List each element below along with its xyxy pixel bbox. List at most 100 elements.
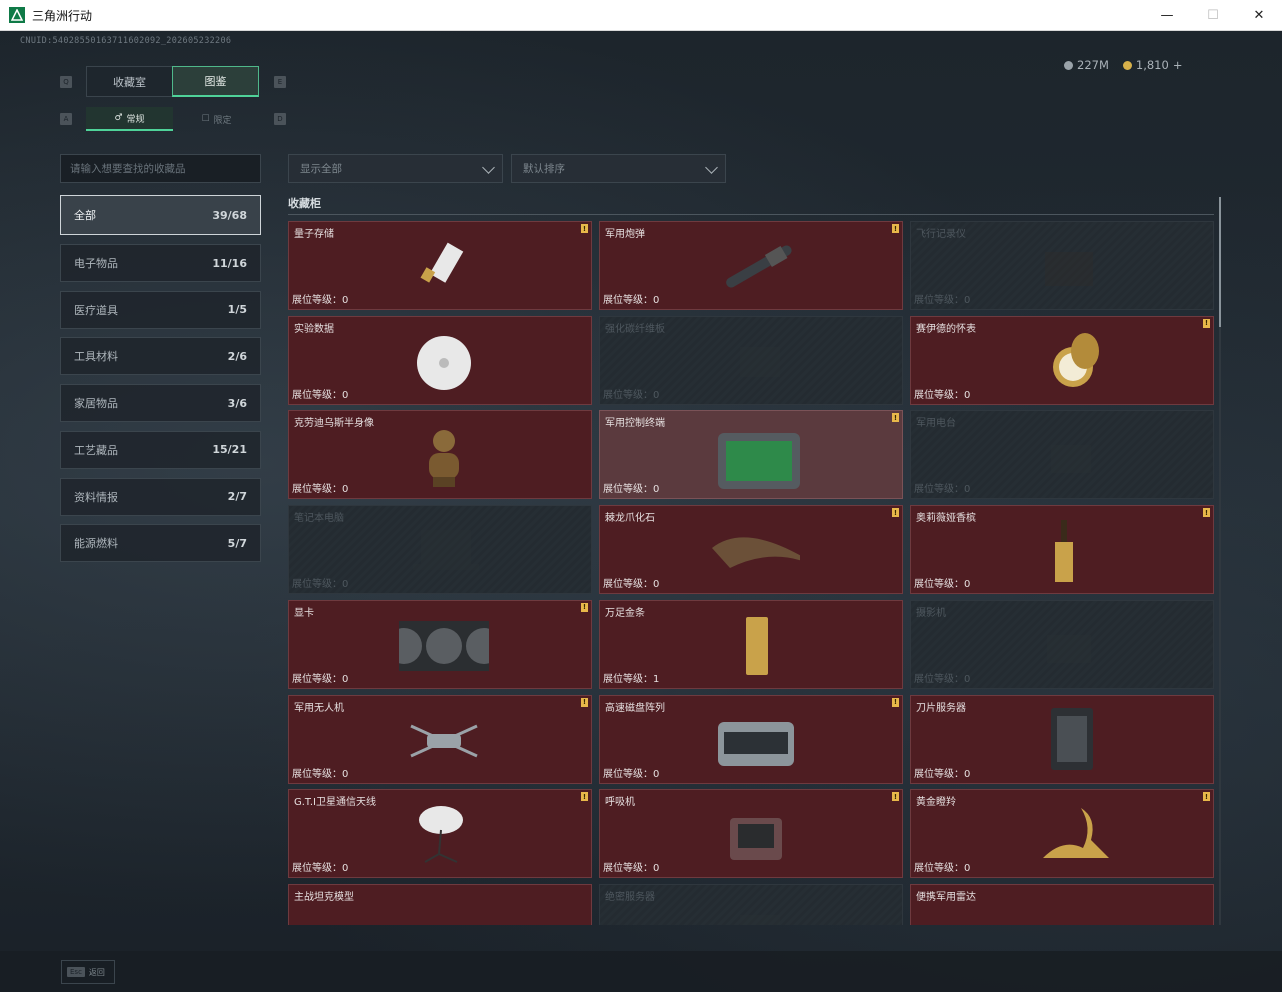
collection-card[interactable]: 笔记本电脑 展位等级：0 (288, 505, 592, 595)
app-logo-icon (9, 7, 25, 23)
level-value: 0 (964, 295, 971, 306)
tab-codex[interactable]: 图鉴 (172, 66, 259, 97)
key-hint-e: E (274, 76, 286, 88)
collection-card[interactable]: 黄金瞪羚 展位等级：0! (910, 789, 1214, 879)
item-name: 呼吸机 (605, 797, 635, 809)
bottom-bar (0, 951, 1282, 992)
category-count: 39/68 (212, 208, 247, 222)
category-item[interactable]: 电子物品 11/16 (60, 244, 261, 282)
maximize-button[interactable]: ☐ (1190, 0, 1236, 31)
secret-server-icon (740, 914, 780, 925)
category-count: 5/7 (227, 536, 247, 550)
collection-card[interactable]: 显卡 展位等级：0! (288, 599, 592, 689)
collection-card[interactable]: 军用电台 展位等级：0 (910, 410, 1214, 500)
collection-card[interactable]: 绝密服务器展位等级：0 (599, 883, 903, 925)
item-name: 显卡 (294, 607, 314, 619)
add-currency-button[interactable]: + (1173, 58, 1183, 72)
subtab-regular[interactable]: ♂ 常规 (86, 107, 173, 131)
level-value: 0 (342, 295, 349, 306)
sort-dropdown[interactable]: 默认排序 (511, 154, 726, 183)
gold-currency[interactable]: 1,810 + (1122, 58, 1183, 72)
new-badge-icon: ! (581, 224, 588, 233)
category-count: 2/7 (227, 490, 247, 503)
level-prefix: 展位等级： (292, 484, 342, 496)
collection-card[interactable]: 棘龙爪化石 展位等级：0! (599, 505, 903, 595)
chevron-down-icon (482, 161, 495, 174)
item-name: 强化碳纤维板 (605, 323, 665, 335)
collection-card[interactable]: 刀片服务器 展位等级：0 (910, 694, 1214, 784)
collection-card[interactable]: 量子存储 展位等级：0! (288, 221, 592, 310)
level-prefix: 展位等级： (914, 673, 964, 685)
collection-card[interactable]: 便携军用雷达展位等级：0 (910, 883, 1214, 925)
item-level: 展位等级：0 (292, 575, 348, 590)
minimize-button[interactable]: — (1144, 0, 1190, 31)
gold-amount: 1,810 (1135, 58, 1169, 72)
category-item[interactable]: 资料情报 2/7 (60, 477, 261, 516)
usb-icon (420, 242, 464, 283)
level-value: 0 (964, 484, 971, 496)
level-prefix: 展位等级： (914, 863, 964, 875)
item-level: 展位等级：0 (914, 386, 970, 401)
subtab-limited[interactable]: ☐ 限定 (173, 107, 260, 131)
drone-icon (410, 724, 478, 757)
level-prefix: 展位等级： (603, 295, 653, 306)
collection-card[interactable]: 克劳迪乌斯半身像 展位等级：0 (288, 410, 592, 500)
back-button[interactable]: Esc 返回 (61, 960, 115, 984)
collection-card[interactable]: 高速磁盘阵列 展位等级：0! (599, 694, 903, 784)
new-badge-icon: ! (1203, 792, 1210, 802)
category-item[interactable]: 家居物品 3/6 (60, 384, 261, 423)
new-badge-icon: ! (581, 792, 588, 802)
category-item[interactable]: 医疗道具 1/5 (60, 290, 261, 329)
level-prefix: 展位等级： (603, 673, 653, 685)
collection-card[interactable]: 军用无人机 展位等级：0! (288, 694, 592, 784)
collection-card[interactable]: G.T.I卫星通信天线 展位等级：0! (288, 789, 592, 879)
scrollbar-thumb[interactable] (1219, 197, 1221, 327)
collection-card[interactable]: 赛伊德的怀表 展位等级：0! (910, 315, 1214, 405)
collection-card[interactable]: 实验数据 展位等级：0 (288, 315, 592, 405)
category-count: 3/6 (227, 396, 247, 410)
key-hint-q: Q (60, 76, 72, 88)
level-prefix: 展位等级： (603, 389, 653, 401)
level-prefix: 展位等级： (292, 768, 342, 780)
new-badge-icon: ! (892, 224, 899, 233)
level-value: 0 (342, 768, 349, 780)
category-item[interactable]: 工艺藏品 15/21 (60, 430, 261, 469)
collection-card[interactable]: 呼吸机 展位等级：0! (599, 789, 903, 879)
level-value: 0 (342, 863, 349, 875)
category-count: 11/16 (212, 256, 247, 270)
esc-key-hint: Esc (67, 967, 85, 977)
collection-card[interactable]: 强化碳纤维板 展位等级：0 (599, 315, 903, 405)
goldbar-icon (746, 616, 768, 675)
collection-card[interactable]: 奥莉薇娅香槟 展位等级：0! (910, 505, 1214, 595)
category-label: 工艺藏品 (74, 443, 118, 457)
disc-icon (417, 335, 471, 390)
category-item[interactable]: 工具材料 2/6 (60, 337, 261, 376)
collection-card[interactable]: 军用控制终端 展位等级：0! (599, 410, 903, 500)
item-level: 展位等级：0 (292, 670, 348, 685)
filter-dropdown[interactable]: 显示全部 (288, 154, 503, 183)
category-item[interactable]: 能源燃料 5/7 (60, 524, 261, 563)
collection-card[interactable]: 万足金条 展位等级：1 (599, 599, 903, 689)
item-name: 实验数据 (294, 323, 334, 335)
ventilator-icon (730, 818, 782, 861)
game-viewport: CNUID:54028550163711602092_202605232206 … (0, 31, 1282, 992)
level-prefix: 展位等级： (603, 579, 653, 591)
item-level: 展位等级：0 (292, 765, 348, 780)
new-badge-icon: ! (892, 792, 899, 802)
close-button[interactable]: ✕ (1236, 0, 1282, 31)
item-name: 刀片服务器 (916, 702, 966, 714)
level-value: 0 (653, 295, 660, 306)
level-prefix: 展位等级： (914, 295, 964, 306)
terminal-icon (718, 433, 800, 490)
category-item[interactable]: 全部 39/68 (60, 195, 261, 235)
item-name: 克劳迪乌斯半身像 (294, 418, 374, 430)
silver-coin-icon (1064, 60, 1073, 70)
tab-collection-room[interactable]: 收藏室 (86, 66, 173, 97)
item-level: 展位等级：0 (603, 480, 659, 495)
collection-card[interactable]: 摄影机 展位等级：0 (910, 599, 1214, 689)
search-input[interactable]: 请输入想要查找的收藏品 (60, 154, 261, 183)
collection-card[interactable]: 飞行记录仪 展位等级：0 (910, 221, 1214, 310)
shell-icon (726, 245, 792, 288)
collection-card[interactable]: 军用炮弹 展位等级：0! (599, 221, 903, 310)
collection-card[interactable]: 主战坦克模型展位等级：0 (288, 883, 592, 925)
